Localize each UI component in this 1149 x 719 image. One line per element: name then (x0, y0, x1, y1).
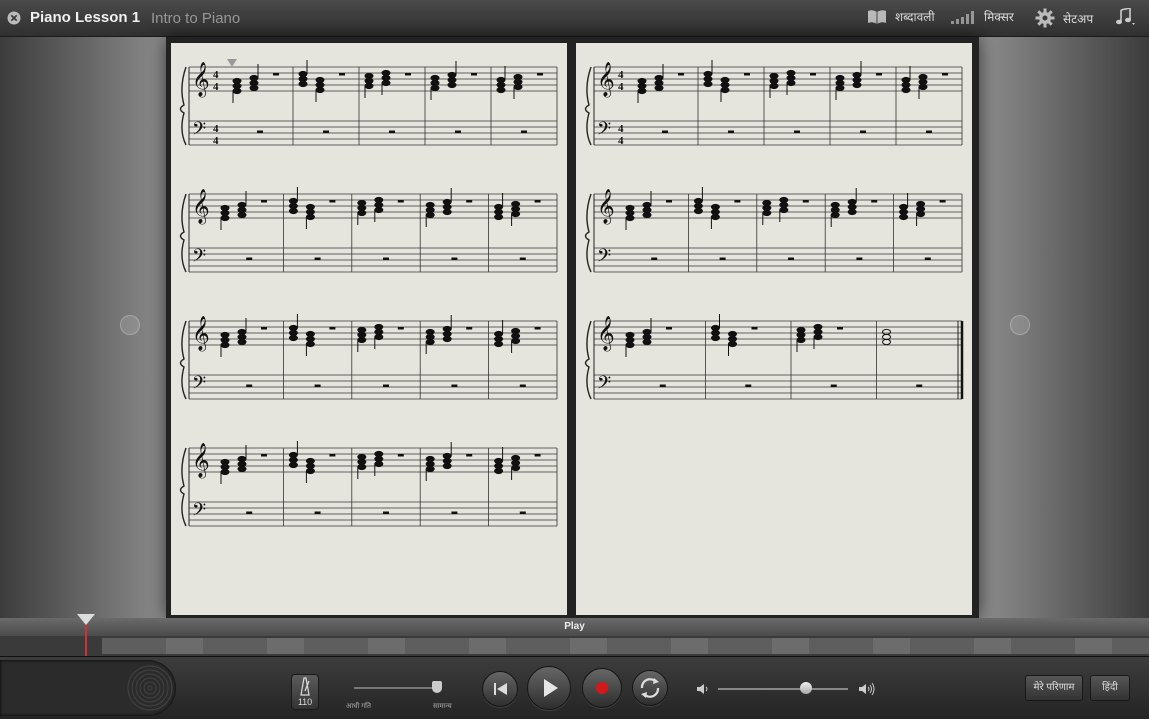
timeline-segment[interactable] (808, 638, 873, 654)
score-page-left[interactable]: 𝄞 𝄢 4 4 4 4 𝄞 𝄢 𝄞 𝄢 𝄞 𝄢 (171, 43, 567, 615)
playhead-line (85, 624, 87, 657)
left-arrow-icon[interactable] (120, 315, 140, 335)
volume-slider-track[interactable] (718, 688, 848, 690)
play-status-label: Play (0, 618, 1149, 636)
timeline-segment[interactable] (404, 638, 469, 654)
svg-text:𝄢: 𝄢 (192, 373, 206, 398)
timeline-segment[interactable] (872, 638, 910, 654)
lesson-title: Piano Lesson 1 (30, 9, 141, 26)
timeline-segment[interactable] (569, 638, 607, 654)
play-button[interactable] (527, 666, 571, 710)
speaker-low-icon (696, 682, 710, 701)
timeline-segment[interactable] (202, 638, 267, 654)
playhead-handle[interactable] (77, 614, 95, 625)
setup-button[interactable]: सेटअप (1035, 8, 1093, 28)
metronome-button[interactable]: 110 (291, 674, 319, 710)
mixer-icon (950, 9, 976, 25)
svg-text:4: 4 (213, 81, 219, 93)
score-page-right[interactable]: 𝄞 𝄢 4 4 4 4 𝄞 𝄢 𝄞 𝄢 (576, 43, 972, 615)
speed-slow-label: आधी गति (346, 703, 371, 710)
svg-text:𝄢: 𝄢 (192, 119, 206, 144)
timeline-segment[interactable] (468, 638, 506, 654)
timeline-segment[interactable] (1010, 638, 1075, 654)
book-icon (867, 9, 887, 25)
svg-text:𝄢: 𝄢 (597, 373, 611, 398)
lesson-subtitle: Intro to Piano (151, 10, 241, 27)
sheet-music-right: 𝄞𝄢4444𝄞𝄢𝄞𝄢 (584, 60, 964, 400)
speaker-high-icon (858, 681, 876, 702)
svg-text:𝄞: 𝄞 (192, 316, 210, 352)
svg-text:4: 4 (213, 123, 219, 135)
timeline-segment[interactable] (1111, 638, 1149, 654)
score-book: 𝄞 𝄢 4 4 4 4 𝄞 𝄢 𝄞 𝄢 𝄞 𝄢 𝄞 𝄢 4 4 4 4 𝄞 𝄢 𝄞 𝄢 (166, 37, 979, 618)
notes-menu-button[interactable] (1114, 8, 1136, 26)
transport-bar: 110 आधी गति सामान्य मेरे परिणाम हिंदी (0, 656, 1149, 719)
metronome-icon (300, 677, 310, 696)
timeline-segment[interactable] (303, 638, 368, 654)
mixer-button[interactable]: मिक्सर (950, 8, 1014, 25)
svg-text:4: 4 (213, 135, 219, 147)
svg-text:𝄞: 𝄞 (192, 443, 210, 479)
loop-icon (640, 678, 660, 698)
record-icon (596, 682, 608, 694)
timeline-segment[interactable] (707, 638, 772, 654)
timeline-segment[interactable] (606, 638, 671, 654)
timeline-segment[interactable] (102, 638, 166, 654)
language-button[interactable]: हिंदी (1090, 675, 1130, 701)
loop-button[interactable] (632, 670, 668, 706)
timeline-segment[interactable] (670, 638, 708, 654)
lesson-timeline[interactable] (0, 636, 1149, 656)
svg-text:𝄢: 𝄢 (597, 246, 611, 271)
volume-slider-thumb[interactable] (800, 682, 812, 694)
svg-text:𝄢: 𝄢 (192, 500, 206, 525)
record-button[interactable] (582, 668, 622, 708)
hand-view-panel (0, 660, 176, 716)
svg-text:𝄞: 𝄞 (597, 316, 615, 352)
timeline-segment[interactable] (771, 638, 809, 654)
svg-text:𝄢: 𝄢 (192, 246, 206, 271)
svg-text:4: 4 (213, 69, 219, 81)
speed-slider-thumb[interactable] (432, 681, 442, 693)
rewind-icon (494, 683, 507, 695)
svg-text:4: 4 (618, 69, 624, 81)
svg-text:4: 4 (618, 81, 624, 93)
glossary-button[interactable]: शब्दावली (867, 8, 935, 25)
mixer-label: मिक्सर (984, 10, 1014, 24)
tempo-value: 110 (297, 697, 313, 707)
gear-icon (1035, 8, 1055, 28)
glossary-label: शब्दावली (895, 10, 935, 24)
setup-label: सेटअप (1063, 11, 1094, 26)
timeline-segment[interactable] (165, 638, 203, 654)
speed-normal-label: सामान्य (433, 703, 452, 710)
svg-text:𝄞: 𝄞 (597, 62, 615, 98)
sheet-music-left: 𝄞𝄢4444𝄞𝄢𝄞𝄢𝄞𝄢 (179, 59, 558, 527)
score-stage: 𝄞 𝄢 4 4 4 4 𝄞 𝄢 𝄞 𝄢 𝄞 𝄢 𝄞 𝄢 4 4 4 4 𝄞 𝄢 𝄞 𝄢 (0, 37, 1149, 618)
timeline-segment[interactable] (266, 638, 304, 654)
close-icon[interactable] (7, 11, 21, 25)
right-arrow-icon[interactable] (1010, 315, 1030, 335)
timeline-segment[interactable] (367, 638, 405, 654)
timeline-segment[interactable] (909, 638, 974, 654)
play-icon (544, 679, 558, 697)
svg-text:𝄞: 𝄞 (597, 189, 615, 225)
timeline-segment[interactable] (505, 638, 570, 654)
timeline-segment[interactable] (1074, 638, 1112, 654)
svg-text:𝄞: 𝄞 (192, 62, 210, 98)
my-results-button[interactable]: मेरे परिणाम (1025, 675, 1083, 701)
svg-text:𝄢: 𝄢 (597, 119, 611, 144)
music-note-icon (1114, 8, 1136, 26)
svg-text:4: 4 (618, 135, 624, 147)
timeline-segment[interactable] (973, 638, 1011, 654)
svg-text:𝄞: 𝄞 (192, 189, 210, 225)
svg-text:4: 4 (618, 123, 624, 135)
title-bar: Piano Lesson 1 Intro to Piano शब्दावली म… (0, 0, 1149, 37)
speed-slider-track[interactable] (354, 687, 440, 689)
timeline-segments (102, 638, 1149, 654)
rewind-button[interactable] (482, 671, 518, 707)
